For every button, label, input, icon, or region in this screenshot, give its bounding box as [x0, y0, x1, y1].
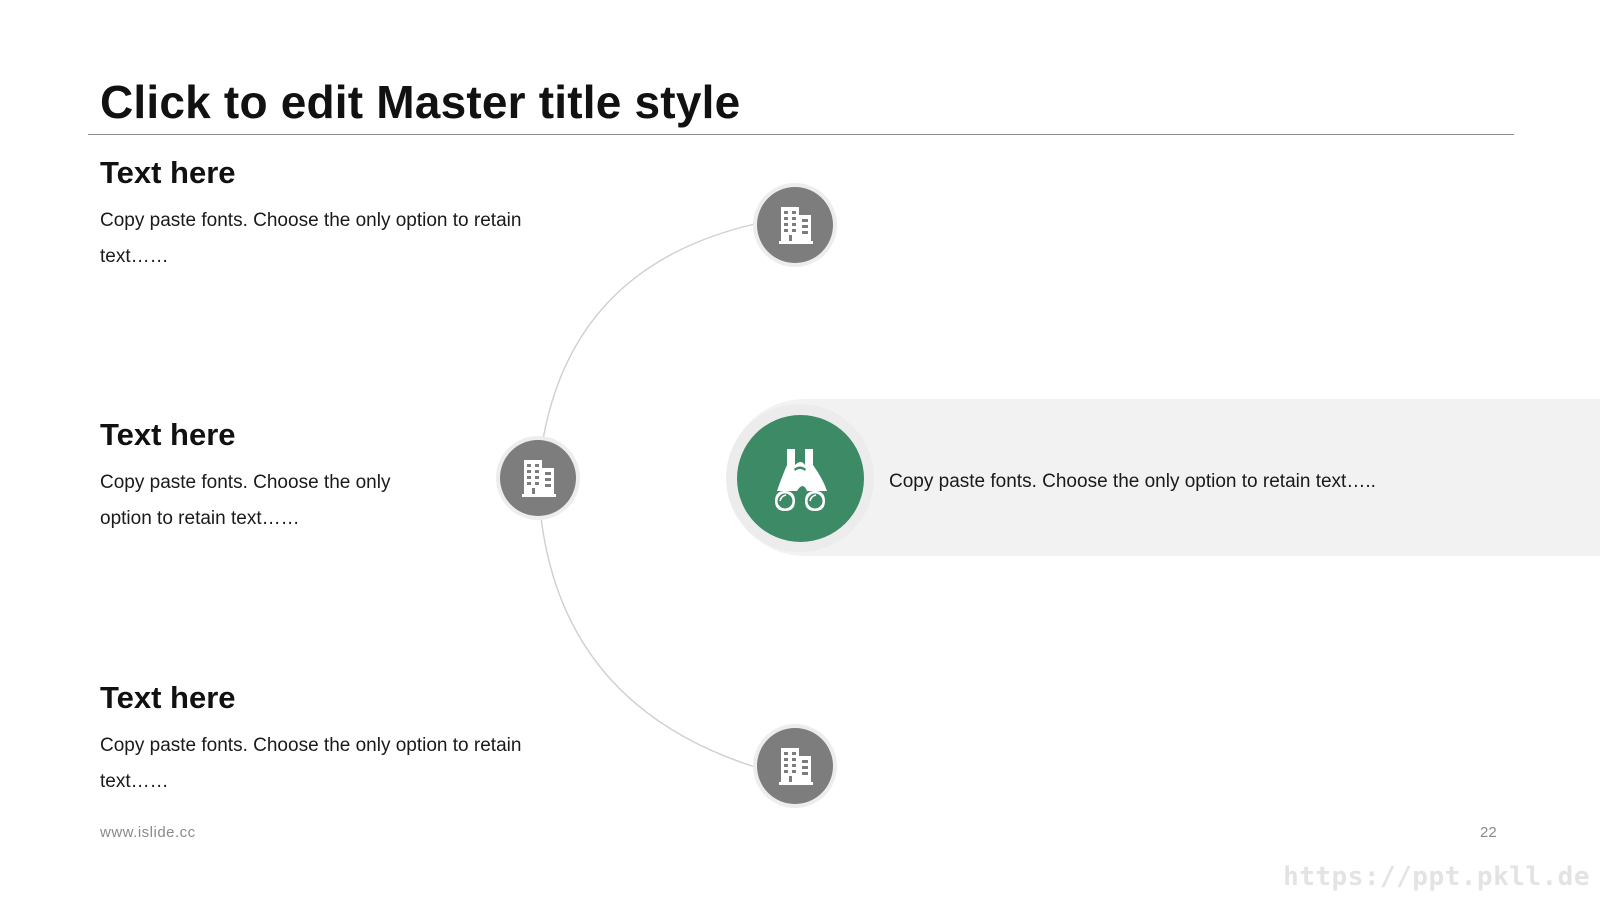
highlight-text[interactable]: Copy paste fonts. Choose the only option… [889, 468, 1376, 496]
node-bottom[interactable] [753, 724, 837, 808]
building-icon [522, 460, 556, 497]
watermark: https://ppt.pkll.de [1283, 862, 1590, 892]
focus-node[interactable] [726, 404, 874, 552]
slide: Click to edit Master title style Text he… [0, 0, 1600, 900]
text-block-1: Text here Copy paste fonts. Choose the o… [100, 153, 580, 275]
building-icon [779, 748, 813, 785]
text-block-2: Text here Copy paste fonts. Choose the o… [100, 415, 430, 537]
binoculars-icon [775, 449, 827, 511]
page-number: 22 [1480, 824, 1497, 841]
block-body[interactable]: Copy paste fonts. Choose the only option… [100, 728, 580, 800]
node-top[interactable] [753, 183, 837, 267]
node-inner [757, 187, 833, 263]
text-block-3: Text here Copy paste fonts. Choose the o… [100, 678, 580, 800]
block-body[interactable]: Copy paste fonts. Choose the only option… [100, 203, 580, 275]
node-inner [757, 728, 833, 804]
node-middle[interactable] [496, 436, 580, 520]
block-body[interactable]: Copy paste fonts. Choose the only option… [100, 465, 430, 537]
node-inner [500, 440, 576, 516]
footer-url: www.islide.cc [100, 824, 196, 841]
block-heading[interactable]: Text here [100, 153, 580, 193]
block-heading[interactable]: Text here [100, 415, 430, 455]
block-heading[interactable]: Text here [100, 678, 580, 718]
building-icon [779, 207, 813, 244]
focus-node-inner [736, 414, 864, 542]
